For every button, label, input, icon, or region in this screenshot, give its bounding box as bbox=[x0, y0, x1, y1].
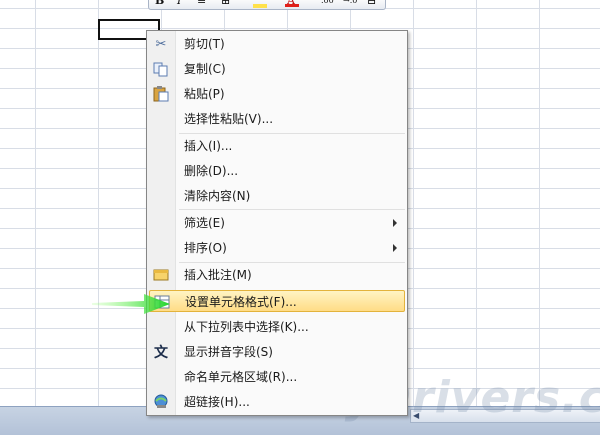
phonetic-icon: 文 bbox=[154, 345, 168, 361]
menu-item-paste[interactable]: 粘贴(P) bbox=[149, 83, 405, 105]
hyperlink-icon bbox=[152, 394, 170, 410]
menu-item-copy[interactable]: 复制(C) bbox=[149, 58, 405, 80]
font-color-bar bbox=[285, 4, 299, 7]
menu-item-show-phonetic[interactable]: 文 显示拼音字段(S) bbox=[149, 341, 405, 363]
italic-button[interactable]: I bbox=[177, 0, 181, 8]
comment-icon bbox=[152, 267, 170, 283]
menu-item-format-cells[interactable]: 设置单元格格式(F)... bbox=[149, 290, 405, 312]
menu-item-label: 显示拼音字段(S) bbox=[184, 345, 273, 359]
center-button[interactable]: ≡ bbox=[197, 0, 206, 8]
menu-item-label: 筛选(E) bbox=[184, 216, 225, 230]
menu-item-label: 超链接(H)... bbox=[184, 395, 250, 409]
mini-toolbar: B I ≡ ⊞ A .00 →.0 ⊟ bbox=[148, 0, 386, 10]
menu-separator bbox=[179, 262, 405, 263]
menu-item-filter[interactable]: 筛选(E) bbox=[149, 212, 405, 234]
fill-color-icon[interactable] bbox=[253, 4, 267, 8]
context-menu: ✂ 剪切(T) 复制(C) 粘贴(P) 选择性粘贴(V)... 插入(I)...… bbox=[146, 30, 408, 416]
menu-separator bbox=[179, 209, 405, 210]
menu-item-insert[interactable]: 插入(I)... bbox=[149, 135, 405, 157]
menu-item-label: 清除内容(N) bbox=[184, 189, 251, 203]
copy-icon bbox=[152, 61, 170, 77]
menu-separator bbox=[179, 133, 405, 134]
menu-item-hyperlink[interactable]: 超链接(H)... bbox=[149, 391, 405, 413]
menu-item-label: 设置单元格格式(F)... bbox=[185, 295, 297, 309]
menu-item-delete[interactable]: 删除(D)... bbox=[149, 160, 405, 182]
menu-item-label: 删除(D)... bbox=[184, 164, 239, 178]
menu-item-label: 选择性粘贴(V)... bbox=[184, 112, 274, 126]
menu-item-paste-special[interactable]: 选择性粘贴(V)... bbox=[149, 108, 405, 130]
menu-item-label: 剪切(T) bbox=[184, 37, 225, 51]
menu-item-cut[interactable]: ✂ 剪切(T) bbox=[149, 33, 405, 55]
decrease-decimal-button[interactable]: →.0 bbox=[343, 0, 357, 8]
menu-item-label: 排序(O) bbox=[184, 241, 227, 255]
menu-item-pick-from-list[interactable]: 从下拉列表中选择(K)... bbox=[149, 316, 405, 338]
scissors-icon: ✂ bbox=[155, 36, 167, 52]
increase-decimal-button[interactable]: .00 bbox=[321, 0, 334, 8]
format-painter-button[interactable]: ⊟ bbox=[367, 0, 376, 8]
border-button[interactable]: ⊞ bbox=[221, 0, 230, 8]
menu-item-define-name[interactable]: 命名单元格区域(R)... bbox=[149, 366, 405, 388]
menu-item-sort[interactable]: 排序(O) bbox=[149, 237, 405, 259]
submenu-arrow-icon bbox=[393, 244, 397, 252]
menu-item-label: 命名单元格区域(R)... bbox=[184, 370, 298, 384]
menu-item-clear-contents[interactable]: 清除内容(N) bbox=[149, 185, 405, 207]
menu-item-insert-comment[interactable]: 插入批注(M) bbox=[149, 264, 405, 286]
menu-item-label: 插入批注(M) bbox=[184, 268, 252, 282]
submenu-arrow-icon bbox=[393, 219, 397, 227]
menu-item-label: 复制(C) bbox=[184, 62, 226, 76]
paste-icon bbox=[152, 86, 170, 102]
menu-item-label: 插入(I)... bbox=[184, 139, 233, 153]
menu-item-label: 从下拉列表中选择(K)... bbox=[184, 320, 309, 334]
bold-button[interactable]: B bbox=[155, 0, 164, 8]
green-arrow-icon bbox=[92, 294, 170, 314]
menu-item-label: 粘贴(P) bbox=[184, 87, 225, 101]
